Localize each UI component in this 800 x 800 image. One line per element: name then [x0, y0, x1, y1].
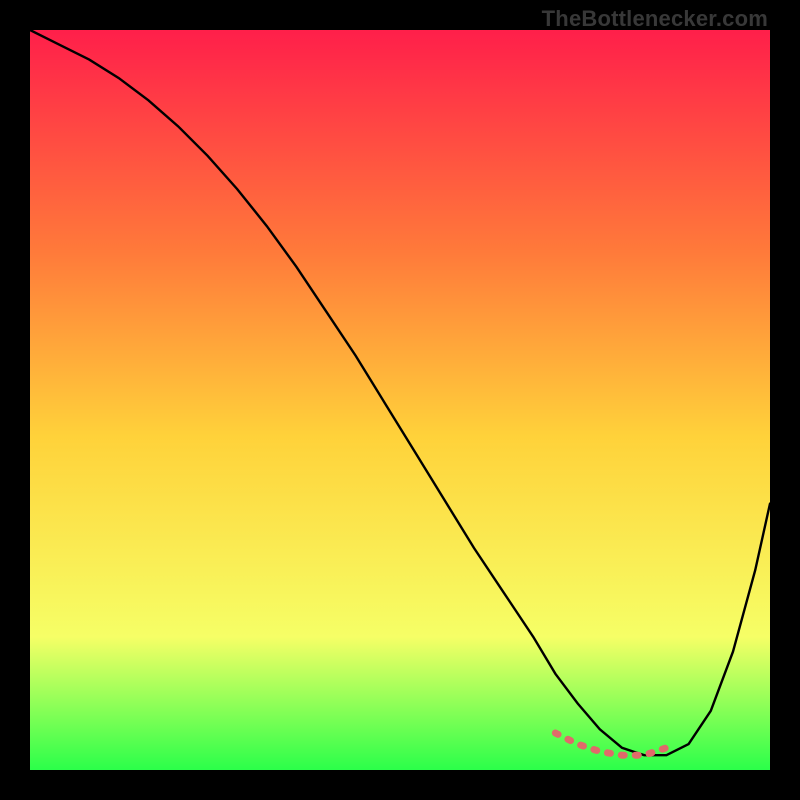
watermark-text: TheBottlenecker.com	[542, 6, 768, 32]
gradient-background	[30, 30, 770, 770]
bottleneck-chart	[30, 30, 770, 770]
chart-frame	[30, 30, 770, 770]
